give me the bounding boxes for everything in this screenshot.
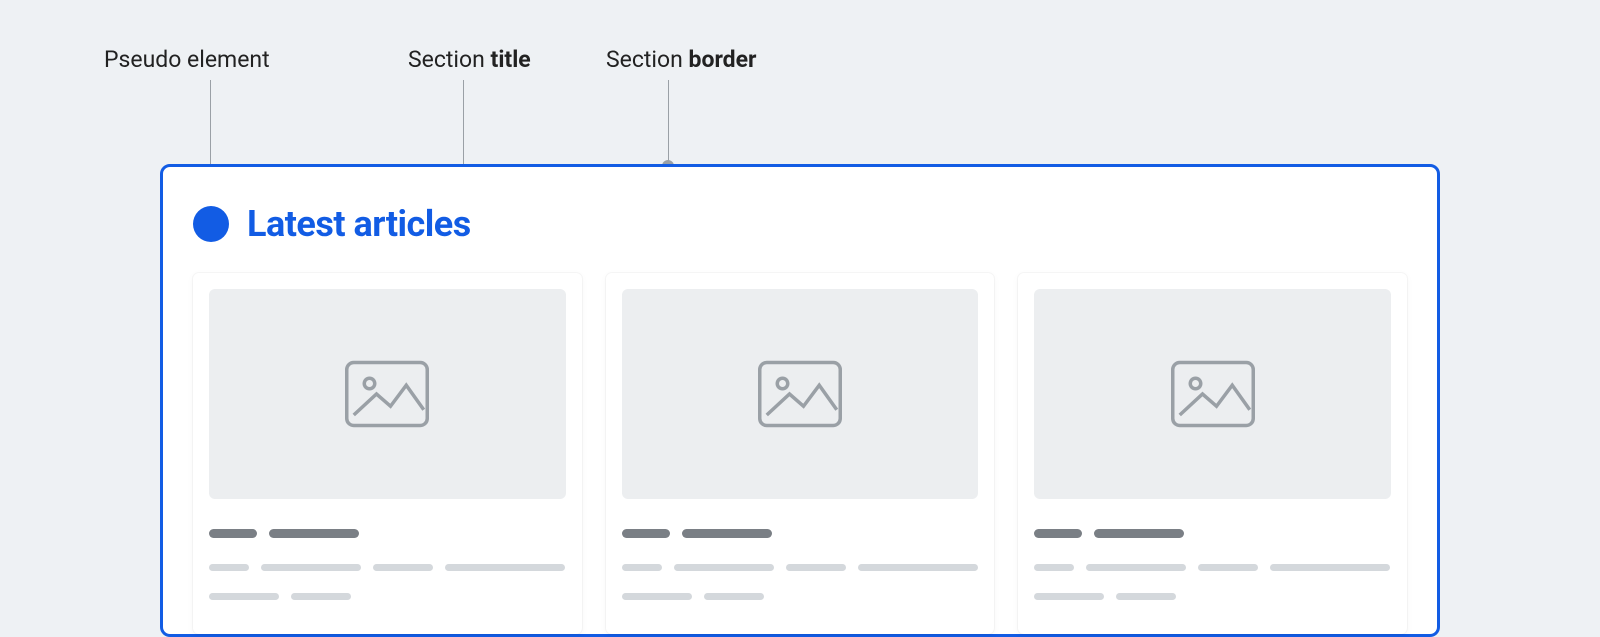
annotation-title-bold: title (491, 46, 531, 73)
section-title: Latest articles (247, 203, 471, 245)
image-placeholder-icon (755, 359, 845, 429)
annotation-title-prefix: Section (408, 46, 491, 73)
card-thumbnail (622, 289, 979, 499)
article-card[interactable] (1018, 273, 1407, 634)
card-text-line (622, 585, 979, 604)
annotation-border-prefix: Section (606, 46, 689, 73)
card-text-line (1034, 585, 1391, 604)
card-text-line (1034, 556, 1391, 575)
annotation-border-bold: border (689, 46, 757, 73)
card-meta (622, 523, 979, 542)
card-text-line (209, 585, 566, 604)
card-thumbnail (1034, 289, 1391, 499)
pseudo-element-dot (193, 206, 229, 242)
annotation-section-border: Section border (606, 46, 756, 73)
section-container: Latest articles (160, 164, 1440, 637)
section-header: Latest articles (193, 203, 1407, 245)
card-thumbnail (209, 289, 566, 499)
annotation-section-title: Section title (408, 46, 531, 73)
card-meta (1034, 523, 1391, 542)
article-cards (193, 273, 1407, 634)
article-card[interactable] (606, 273, 995, 634)
annotation-pseudo-text: Pseudo element (104, 46, 270, 73)
image-placeholder-icon (1168, 359, 1258, 429)
annotation-pseudo-element: Pseudo element (104, 46, 270, 73)
article-card[interactable] (193, 273, 582, 634)
image-placeholder-icon (342, 359, 432, 429)
card-meta (209, 523, 566, 542)
card-text-line (622, 556, 979, 575)
leader-line-border (668, 80, 669, 165)
card-text-line (209, 556, 566, 575)
